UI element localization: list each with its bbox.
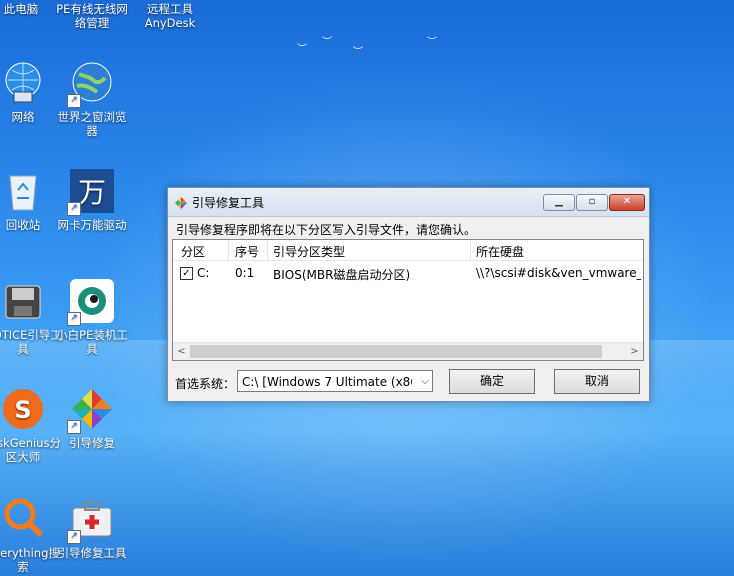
pinwheel-icon: ↗ xyxy=(67,386,115,434)
column-header-disk[interactable]: 所在硬盘 xyxy=(476,243,524,260)
chevron-down-icon: ⌵ xyxy=(421,376,429,387)
desktop-icon-this-pc[interactable]: 此电脑 xyxy=(0,2,60,16)
column-header-partition[interactable]: 分区 xyxy=(181,243,205,260)
browser-globe-icon: ↗ xyxy=(67,60,115,108)
shortcut-arrow-icon: ↗ xyxy=(67,94,81,108)
preferred-system-select[interactable]: C:\ [Windows 7 Ultimate (x86)] ⌵ xyxy=(237,370,433,392)
disk-cell: \\?\scsi#disk&ven_vmware_& xyxy=(476,266,641,280)
xiaobai-pe-icon: ↗ xyxy=(67,278,115,326)
first-aid-kit-icon: ↗ xyxy=(67,496,115,544)
preferred-system-value: C:\ [Windows 7 Ultimate (x86)] xyxy=(242,375,412,389)
column-header-type[interactable]: 引导分区类型 xyxy=(273,243,345,260)
close-icon: ✕ xyxy=(622,196,632,207)
index-cell: 0:1 xyxy=(235,266,255,280)
bird-decoration: ︶ xyxy=(353,47,363,58)
column-divider[interactable] xyxy=(228,240,229,260)
desktop-icon-wan-driver[interactable]: 万 ↗ 网卡万能驱动 xyxy=(53,168,131,232)
ok-button[interactable]: 确定 xyxy=(449,369,535,394)
notice-boot-icon xyxy=(0,278,46,324)
shortcut-arrow-icon: ↗ xyxy=(67,420,81,434)
shortcut-arrow-icon: ↗ xyxy=(67,312,81,326)
maximize-icon: ▫ xyxy=(588,196,596,207)
list-header: 分区 序号 引导分区类型 所在硬盘 xyxy=(173,240,643,261)
column-divider[interactable] xyxy=(470,240,471,260)
desktop-icon-anydesk[interactable]: 远程工具AnyDesk xyxy=(131,2,209,30)
partition-list[interactable]: 分区 序号 引导分区类型 所在硬盘 ✓ C: 0:1 BIOS(MBR磁盘启动分… xyxy=(172,239,644,361)
bird-decoration: ︶ xyxy=(297,44,307,55)
svg-text:S: S xyxy=(14,396,31,424)
scroll-left-icon[interactable]: < xyxy=(173,343,190,360)
type-cell: BIOS(MBR磁盘启动分区) xyxy=(273,268,411,282)
partition-cell: C: xyxy=(197,266,210,280)
window-title: 引导修复工具 xyxy=(192,196,265,210)
partition-checkbox[interactable]: ✓ xyxy=(180,267,193,280)
minimize-button[interactable]: ▁ xyxy=(543,194,575,211)
recycle-bin-icon xyxy=(0,168,46,214)
desktop-icon-world-browser[interactable]: ↗ 世界之窗浏览器 xyxy=(53,60,131,138)
bird-decoration: ︶ xyxy=(427,37,437,48)
shortcut-arrow-icon: ↗ xyxy=(67,202,81,216)
confirm-prompt: 引导修复程序即将在以下分区写入引导文件，请您确认。 xyxy=(176,223,477,237)
title-bar[interactable]: 引导修复工具 ▁ ▫ ✕ xyxy=(168,188,649,217)
maximize-button[interactable]: ▫ xyxy=(576,194,608,211)
network-globe-icon xyxy=(0,60,46,106)
desktop-icon-boot-repair[interactable]: ↗ 引导修复 xyxy=(53,386,131,450)
pinwheel-icon xyxy=(174,195,188,210)
close-button[interactable]: ✕ xyxy=(609,194,645,211)
table-row[interactable]: ✓ C: 0:1 BIOS(MBR磁盘启动分区) \\?\scsi#disk&v… xyxy=(173,263,643,283)
desktop-icon-xiaobai-pe[interactable]: ↗ 小白PE装机工具 xyxy=(53,278,131,356)
desktop-icon-pe-network[interactable]: PE有线无线网络管理 xyxy=(53,2,131,30)
wan-driver-icon: 万 ↗ xyxy=(67,168,115,216)
minimize-icon: ▁ xyxy=(555,196,563,207)
svg-text:万: 万 xyxy=(78,176,106,209)
column-header-index[interactable]: 序号 xyxy=(235,243,259,260)
horizontal-scrollbar[interactable]: < > xyxy=(173,342,643,360)
scroll-right-icon[interactable]: > xyxy=(626,343,643,360)
column-divider[interactable] xyxy=(267,240,268,260)
diskgenius-icon: S xyxy=(0,386,46,432)
desktop-icon-boot-repair-tool[interactable]: ↗ 引导修复工具 xyxy=(53,496,131,560)
boot-repair-window: 引导修复工具 ▁ ▫ ✕ 引导修复程序即将在以下分区写入引导文件，请您确认。 分… xyxy=(167,187,650,402)
cancel-button[interactable]: 取消 xyxy=(554,369,640,394)
scroll-thumb[interactable] xyxy=(190,345,602,358)
preferred-system-label: 首选系统： xyxy=(175,377,236,391)
everything-search-icon xyxy=(0,496,46,542)
bird-decoration: ︶ xyxy=(322,37,332,48)
shortcut-arrow-icon: ↗ xyxy=(67,530,81,544)
